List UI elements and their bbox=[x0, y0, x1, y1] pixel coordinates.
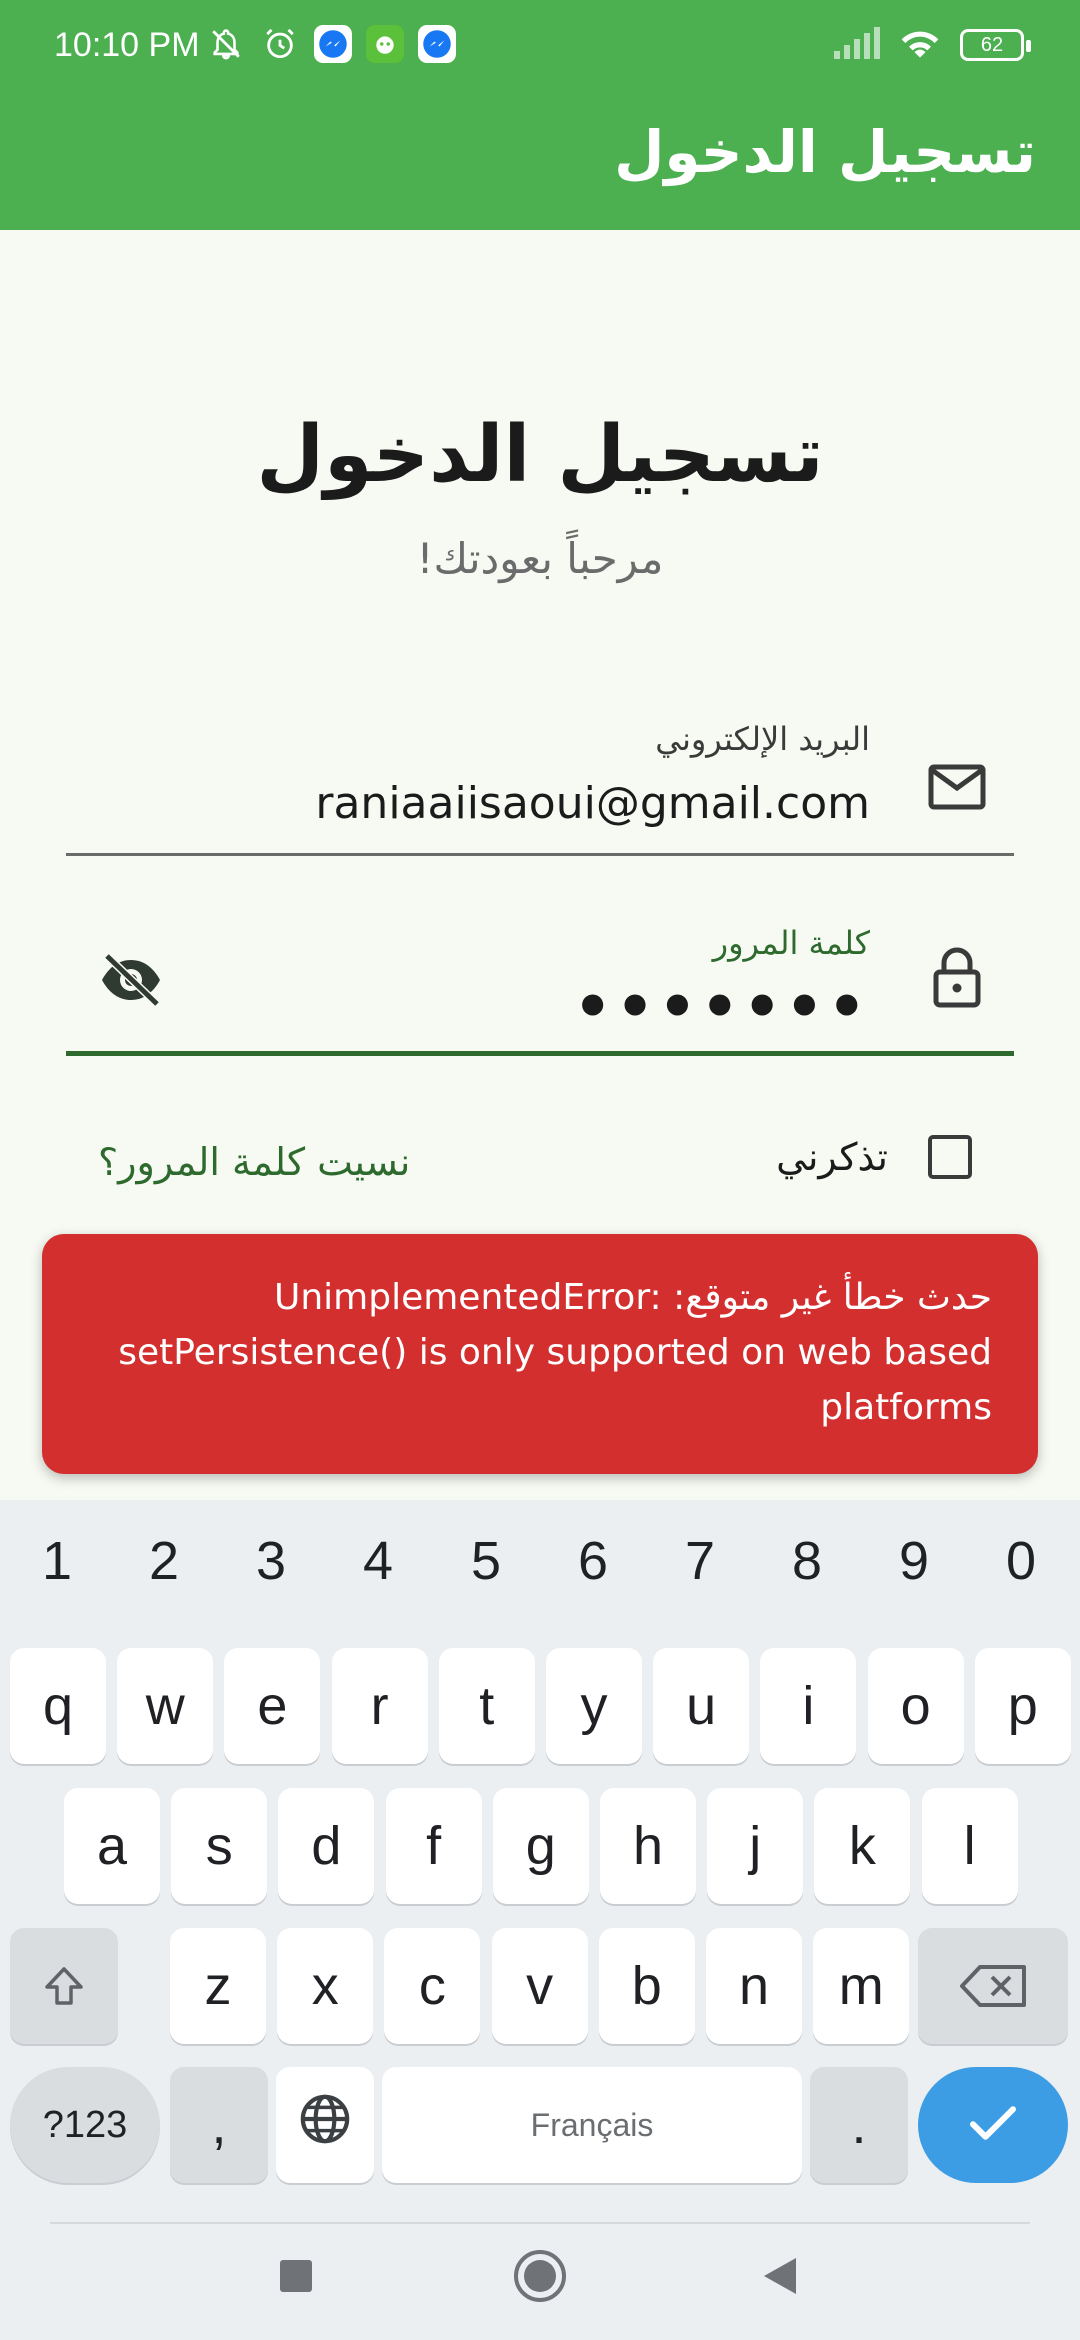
password-field[interactable]: كلمة المرور ••••••• bbox=[66, 912, 1014, 1056]
letter-key[interactable]: r bbox=[331, 1648, 428, 1764]
divider bbox=[50, 2222, 1030, 2224]
back-button[interactable] bbox=[762, 2256, 798, 2300]
app-icon bbox=[366, 25, 404, 63]
shift-key[interactable] bbox=[10, 1928, 118, 2044]
letter-key[interactable]: u bbox=[653, 1648, 750, 1764]
letter-key[interactable]: a bbox=[64, 1788, 160, 1904]
language-key[interactable] bbox=[276, 2067, 374, 2183]
letter-key[interactable]: v bbox=[491, 1928, 588, 2044]
status-time: 10:10 PM bbox=[54, 26, 200, 64]
remember-checkbox[interactable] bbox=[928, 1135, 972, 1179]
letter-key[interactable]: j bbox=[707, 1788, 804, 1904]
letter-key[interactable]: z bbox=[170, 1928, 266, 2044]
check-icon bbox=[963, 2093, 1023, 2157]
number-key[interactable]: 4 bbox=[343, 1530, 413, 1592]
space-key[interactable]: Français bbox=[382, 2067, 802, 2183]
letter-key[interactable]: o bbox=[867, 1648, 964, 1764]
number-row: 1234567890 bbox=[0, 1500, 1080, 1630]
letter-key[interactable]: t bbox=[438, 1648, 535, 1764]
recents-button[interactable] bbox=[278, 2258, 314, 2298]
system-icons: 62 bbox=[832, 26, 1031, 64]
letter-key[interactable]: x bbox=[277, 1928, 374, 2044]
visibility-off-icon[interactable] bbox=[98, 952, 164, 1008]
enter-key[interactable] bbox=[918, 2067, 1068, 2183]
period-key[interactable]: . bbox=[810, 2067, 908, 2183]
email-label: البريد الإلكتروني bbox=[655, 720, 870, 758]
globe-icon bbox=[297, 2091, 353, 2160]
letter-key[interactable]: i bbox=[760, 1648, 857, 1764]
error-message: حدث خطأ غير متوقع: UnimplementedError: s… bbox=[118, 1277, 992, 1428]
number-key[interactable]: 3 bbox=[236, 1530, 306, 1592]
letter-key[interactable]: k bbox=[814, 1788, 911, 1904]
number-key[interactable]: 6 bbox=[558, 1530, 628, 1592]
messenger-icon bbox=[314, 25, 352, 63]
signal-icon bbox=[832, 27, 880, 63]
letter-key[interactable]: p bbox=[974, 1648, 1071, 1764]
keyboard: 1234567890 ?123 , Français . qwertyuiop a… bbox=[0, 1500, 1080, 2216]
letter-key[interactable]: w bbox=[117, 1648, 214, 1764]
navigation-bar bbox=[0, 2216, 1080, 2340]
alarm-icon bbox=[260, 24, 300, 64]
letter-key[interactable]: y bbox=[546, 1648, 642, 1764]
letter-key[interactable]: g bbox=[492, 1788, 589, 1904]
number-key[interactable]: 2 bbox=[129, 1530, 199, 1592]
battery-icon: 62 bbox=[960, 29, 1031, 61]
letter-key[interactable]: m bbox=[813, 1928, 910, 2044]
letter-key[interactable]: h bbox=[600, 1788, 696, 1904]
bell-off-icon bbox=[206, 24, 246, 64]
letter-key[interactable]: s bbox=[171, 1788, 268, 1904]
page-subtitle: مرحباً بعودتك! bbox=[416, 534, 664, 583]
letter-key[interactable]: f bbox=[385, 1788, 482, 1904]
back-triangle-icon bbox=[762, 2256, 798, 2300]
app-bar-title: تسجيل الدخول bbox=[614, 118, 1036, 186]
password-value[interactable]: ••••••• bbox=[574, 972, 870, 1042]
remember-label: تذكرني bbox=[776, 1135, 888, 1179]
square-icon bbox=[278, 2258, 314, 2298]
battery-level: 62 bbox=[980, 33, 1004, 56]
comma-key[interactable]: , bbox=[170, 2067, 268, 2183]
space-label: Français bbox=[530, 2106, 654, 2143]
letter-key[interactable]: q bbox=[10, 1648, 106, 1764]
letter-key[interactable]: c bbox=[384, 1928, 481, 2044]
number-key[interactable]: 1 bbox=[22, 1530, 92, 1592]
symbols-key[interactable]: ?123 bbox=[10, 2067, 160, 2183]
wifi-icon bbox=[898, 26, 942, 64]
remember-me[interactable]: تذكرني bbox=[776, 1135, 972, 1179]
email-field[interactable]: البريد الإلكتروني raniaaiisaoui@gmail.co… bbox=[66, 710, 1014, 856]
number-key[interactable]: 0 bbox=[986, 1530, 1056, 1592]
number-key[interactable]: 8 bbox=[772, 1530, 842, 1592]
app-bar: تسجيل الدخول bbox=[0, 96, 1080, 230]
letter-key[interactable]: n bbox=[706, 1928, 802, 2044]
home-circle-icon bbox=[512, 2248, 568, 2308]
page-title: تسجيل الدخول bbox=[256, 410, 824, 500]
mail-icon bbox=[926, 756, 988, 818]
number-key[interactable]: 9 bbox=[879, 1530, 949, 1592]
number-key[interactable]: 7 bbox=[665, 1530, 735, 1592]
forgot-password-link[interactable]: نسيت كلمة المرور؟ bbox=[98, 1140, 410, 1184]
letter-key[interactable]: d bbox=[278, 1788, 375, 1904]
email-value[interactable]: raniaaiisaoui@gmail.com bbox=[315, 778, 870, 829]
letter-key[interactable]: l bbox=[921, 1788, 1018, 1904]
backspace-key[interactable] bbox=[918, 1928, 1068, 2044]
status-bar: 10:10 PM 62 bbox=[0, 0, 1080, 96]
messenger-icon bbox=[418, 25, 456, 63]
letter-key[interactable]: e bbox=[224, 1648, 321, 1764]
letter-key[interactable]: b bbox=[598, 1928, 695, 2044]
home-button[interactable] bbox=[512, 2248, 568, 2308]
notification-icons bbox=[206, 24, 456, 64]
password-label: كلمة المرور bbox=[712, 924, 870, 962]
error-snackbar: حدث خطأ غير متوقع: UnimplementedError: s… bbox=[42, 1234, 1038, 1474]
lock-icon bbox=[926, 946, 988, 1008]
number-key[interactable]: 5 bbox=[451, 1530, 521, 1592]
